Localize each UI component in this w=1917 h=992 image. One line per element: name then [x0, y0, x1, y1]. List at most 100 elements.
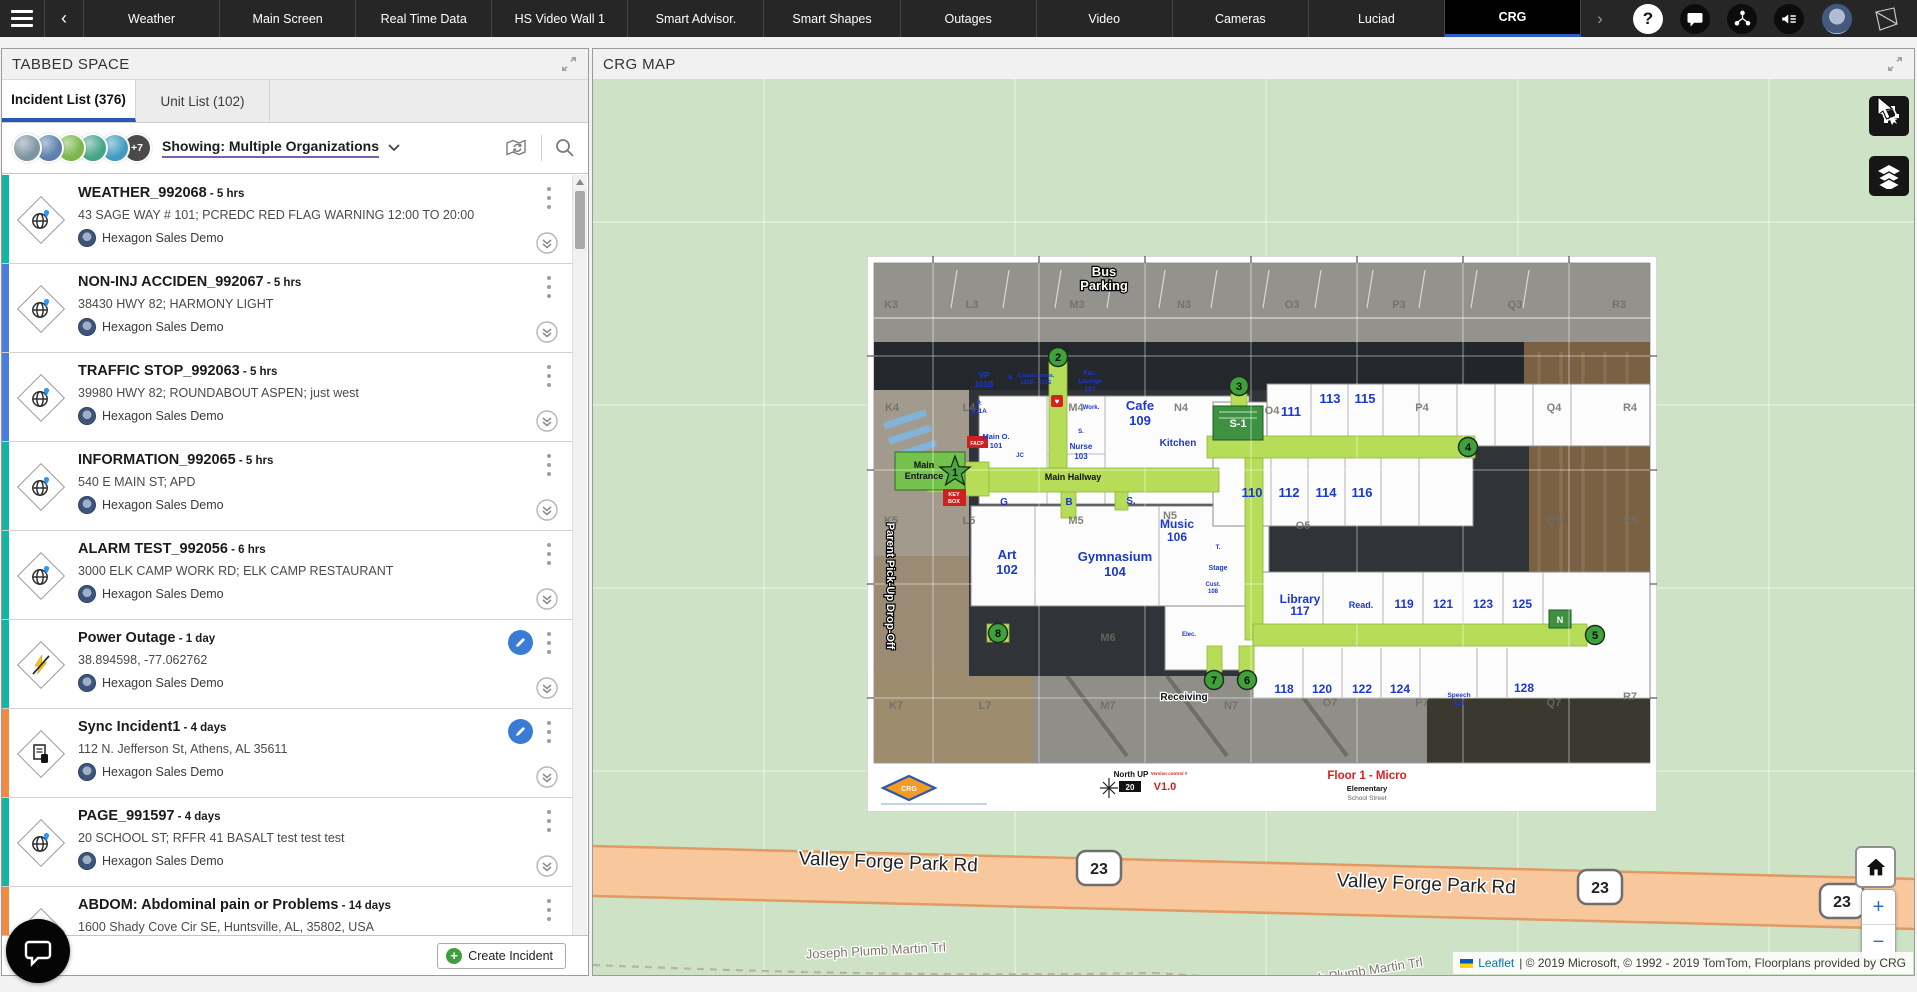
- row-expand-button[interactable]: [535, 765, 559, 789]
- home-button[interactable]: [1855, 846, 1896, 888]
- floorplan-label: 102: [996, 562, 1018, 577]
- chat-icon[interactable]: [1680, 4, 1710, 34]
- layers-icon[interactable]: [1869, 156, 1909, 196]
- floorplan-label: 129: [1454, 700, 1465, 707]
- nav-tab-cameras[interactable]: Cameras: [1173, 0, 1309, 37]
- scrollbar-thumb[interactable]: [575, 191, 585, 249]
- row-expand-button[interactable]: [535, 676, 559, 700]
- nav-tab-luciad[interactable]: Luciad: [1309, 0, 1445, 37]
- announcements-icon[interactable]: [1774, 4, 1804, 34]
- wireframe-model-icon[interactable]: [1870, 4, 1900, 34]
- row-expand-button[interactable]: [535, 231, 559, 255]
- row-menu-button[interactable]: [542, 721, 556, 755]
- create-incident-button[interactable]: + Create Incident: [437, 943, 566, 969]
- nav-tab-hs-video-wall-1[interactable]: HS Video Wall 1: [492, 0, 628, 37]
- incident-address: 540 E MAIN ST; APD: [78, 475, 498, 489]
- school-floorplan[interactable]: CRG North UP 20 Version control # V1.0 F…: [867, 256, 1657, 812]
- incident-row[interactable]: Power Outage - 1 day 38.894598, -77.0627…: [2, 620, 575, 709]
- incident-row[interactable]: NON-INJ ACCIDEN_992067 - 5 hrs 38430 HWY…: [2, 264, 575, 353]
- route-shield: 23: [1578, 870, 1622, 904]
- map-canvas[interactable]: Valley Forge Park Rd Valley Forge Park R…: [593, 79, 1914, 975]
- nav-tab-smart-advisor-[interactable]: Smart Advisor.: [628, 0, 764, 37]
- svg-text:6: 6: [1244, 675, 1250, 687]
- row-menu-button[interactable]: [542, 899, 556, 933]
- incident-row[interactable]: TRAFFIC STOP_992063 - 5 hrs 39980 HWY 82…: [2, 353, 575, 442]
- row-expand-button[interactable]: [535, 498, 559, 522]
- tabbed-space-panel: TABBED SPACE Incident List (376) Unit Li…: [1, 48, 589, 976]
- dispatch-network-icon[interactable]: [1727, 4, 1757, 34]
- svg-text:2: 2: [1055, 352, 1061, 364]
- tab-incident-list[interactable]: Incident List (376): [2, 80, 136, 122]
- floorplan-label: KEY: [948, 492, 960, 498]
- floorplan-label: P7: [1415, 697, 1428, 709]
- floorplan-label: S.: [1078, 429, 1084, 435]
- ukraine-flag-icon: [1460, 959, 1473, 968]
- row-menu-button[interactable]: [542, 187, 556, 221]
- nav-tab-main-screen[interactable]: Main Screen: [220, 0, 356, 37]
- route-marker-7[interactable]: 7: [1205, 671, 1224, 690]
- floorplan-label: Q7: [1547, 697, 1562, 709]
- incident-row[interactable]: INFORMATION_992065 - 5 hrs 540 E MAIN ST…: [2, 442, 575, 531]
- floorplan-label: 119: [1394, 597, 1414, 611]
- route-marker-3[interactable]: 3: [1230, 377, 1249, 396]
- help-icon[interactable]: ?: [1633, 4, 1663, 34]
- floorplan-label: P.: [976, 400, 981, 407]
- nav-tab-outages[interactable]: Outages: [901, 0, 1037, 37]
- polygon-select-tool[interactable]: [1869, 96, 1909, 136]
- expand-panel-icon[interactable]: [560, 56, 578, 72]
- nav-tab-video[interactable]: Video: [1037, 0, 1173, 37]
- chevron-down-icon[interactable]: [387, 143, 401, 153]
- incident-row[interactable]: PAGE_991597 - 4 days 20 SCHOOL ST; RFFR …: [2, 798, 575, 887]
- nav-tab-crg[interactable]: CRG: [1445, 0, 1581, 37]
- route-marker-2[interactable]: 2: [1049, 348, 1068, 367]
- tabbed-space-tabs: Incident List (376) Unit List (102): [2, 80, 588, 123]
- map-sync-icon[interactable]: [505, 137, 529, 159]
- floorplan-label: N7: [1224, 700, 1238, 712]
- leaflet-link[interactable]: Leaflet: [1478, 956, 1514, 970]
- incident-row[interactable]: WEATHER_992068 - 5 hrs 43 SAGE WAY # 101…: [2, 175, 575, 264]
- incident-age: - 5 hrs: [236, 455, 274, 467]
- tab-unit-list[interactable]: Unit List (102): [136, 80, 270, 122]
- floorplan-label: Main: [914, 460, 935, 470]
- expand-panel-icon[interactable]: [1886, 56, 1904, 72]
- row-expand-button[interactable]: [535, 854, 559, 878]
- chevron-left-icon[interactable]: ‹: [44, 0, 84, 37]
- hamburger-menu-icon[interactable]: [0, 0, 44, 37]
- incident-row[interactable]: ABDOM: Abdominal pain or Problems - 14 d…: [2, 887, 575, 937]
- edit-incident-button[interactable]: [508, 719, 533, 744]
- floorplan-label: P3: [1392, 299, 1405, 311]
- incident-address: 38430 HWY 82; HARMONY LIGHT: [78, 297, 498, 311]
- nav-tab-smart-shapes[interactable]: Smart Shapes: [764, 0, 900, 37]
- incident-row[interactable]: Sync Incident1 - 4 days 112 N. Jefferson…: [2, 709, 575, 798]
- chevron-right-icon[interactable]: ›: [1581, 0, 1619, 37]
- route-marker-5[interactable]: 5: [1586, 626, 1605, 645]
- nav-tab-real-time-data[interactable]: Real Time Data: [356, 0, 492, 37]
- row-expand-button[interactable]: [535, 587, 559, 611]
- incident-row[interactable]: ALARM TEST_992056 - 6 hrs 3000 ELK CAMP …: [2, 531, 575, 620]
- organization-avatar-stack[interactable]: +7: [12, 133, 152, 163]
- incident-list-scrollbar[interactable]: [572, 175, 587, 937]
- edit-incident-button[interactable]: [508, 630, 533, 655]
- incident-age: - 6 hrs: [228, 544, 266, 556]
- row-menu-button[interactable]: [542, 365, 556, 399]
- organization-filter-dropdown[interactable]: Showing: Multiple Organizations: [162, 138, 379, 158]
- route-marker-8[interactable]: 8: [989, 624, 1008, 643]
- row-menu-button[interactable]: [542, 454, 556, 488]
- org-seal-icon[interactable]: [1821, 3, 1853, 35]
- row-expand-button[interactable]: [535, 320, 559, 344]
- search-icon[interactable]: [554, 137, 576, 159]
- incident-list: WEATHER_992068 - 5 hrs 43 SAGE WAY # 101…: [2, 175, 575, 937]
- floorplan-label: 113: [1320, 391, 1341, 406]
- row-menu-button[interactable]: [542, 543, 556, 577]
- version-note: Version control #: [1151, 771, 1188, 776]
- scroll-up-icon[interactable]: [576, 179, 584, 185]
- zoom-in-button[interactable]: +: [1862, 890, 1895, 925]
- nav-tab-weather[interactable]: Weather: [84, 0, 220, 37]
- route-marker-4[interactable]: 4: [1459, 438, 1478, 457]
- row-menu-button[interactable]: [542, 632, 556, 666]
- row-menu-button[interactable]: [542, 810, 556, 844]
- row-menu-button[interactable]: [542, 276, 556, 310]
- row-expand-button[interactable]: [535, 409, 559, 433]
- chat-fab-button[interactable]: [6, 919, 70, 983]
- route-marker-6[interactable]: 6: [1238, 671, 1257, 690]
